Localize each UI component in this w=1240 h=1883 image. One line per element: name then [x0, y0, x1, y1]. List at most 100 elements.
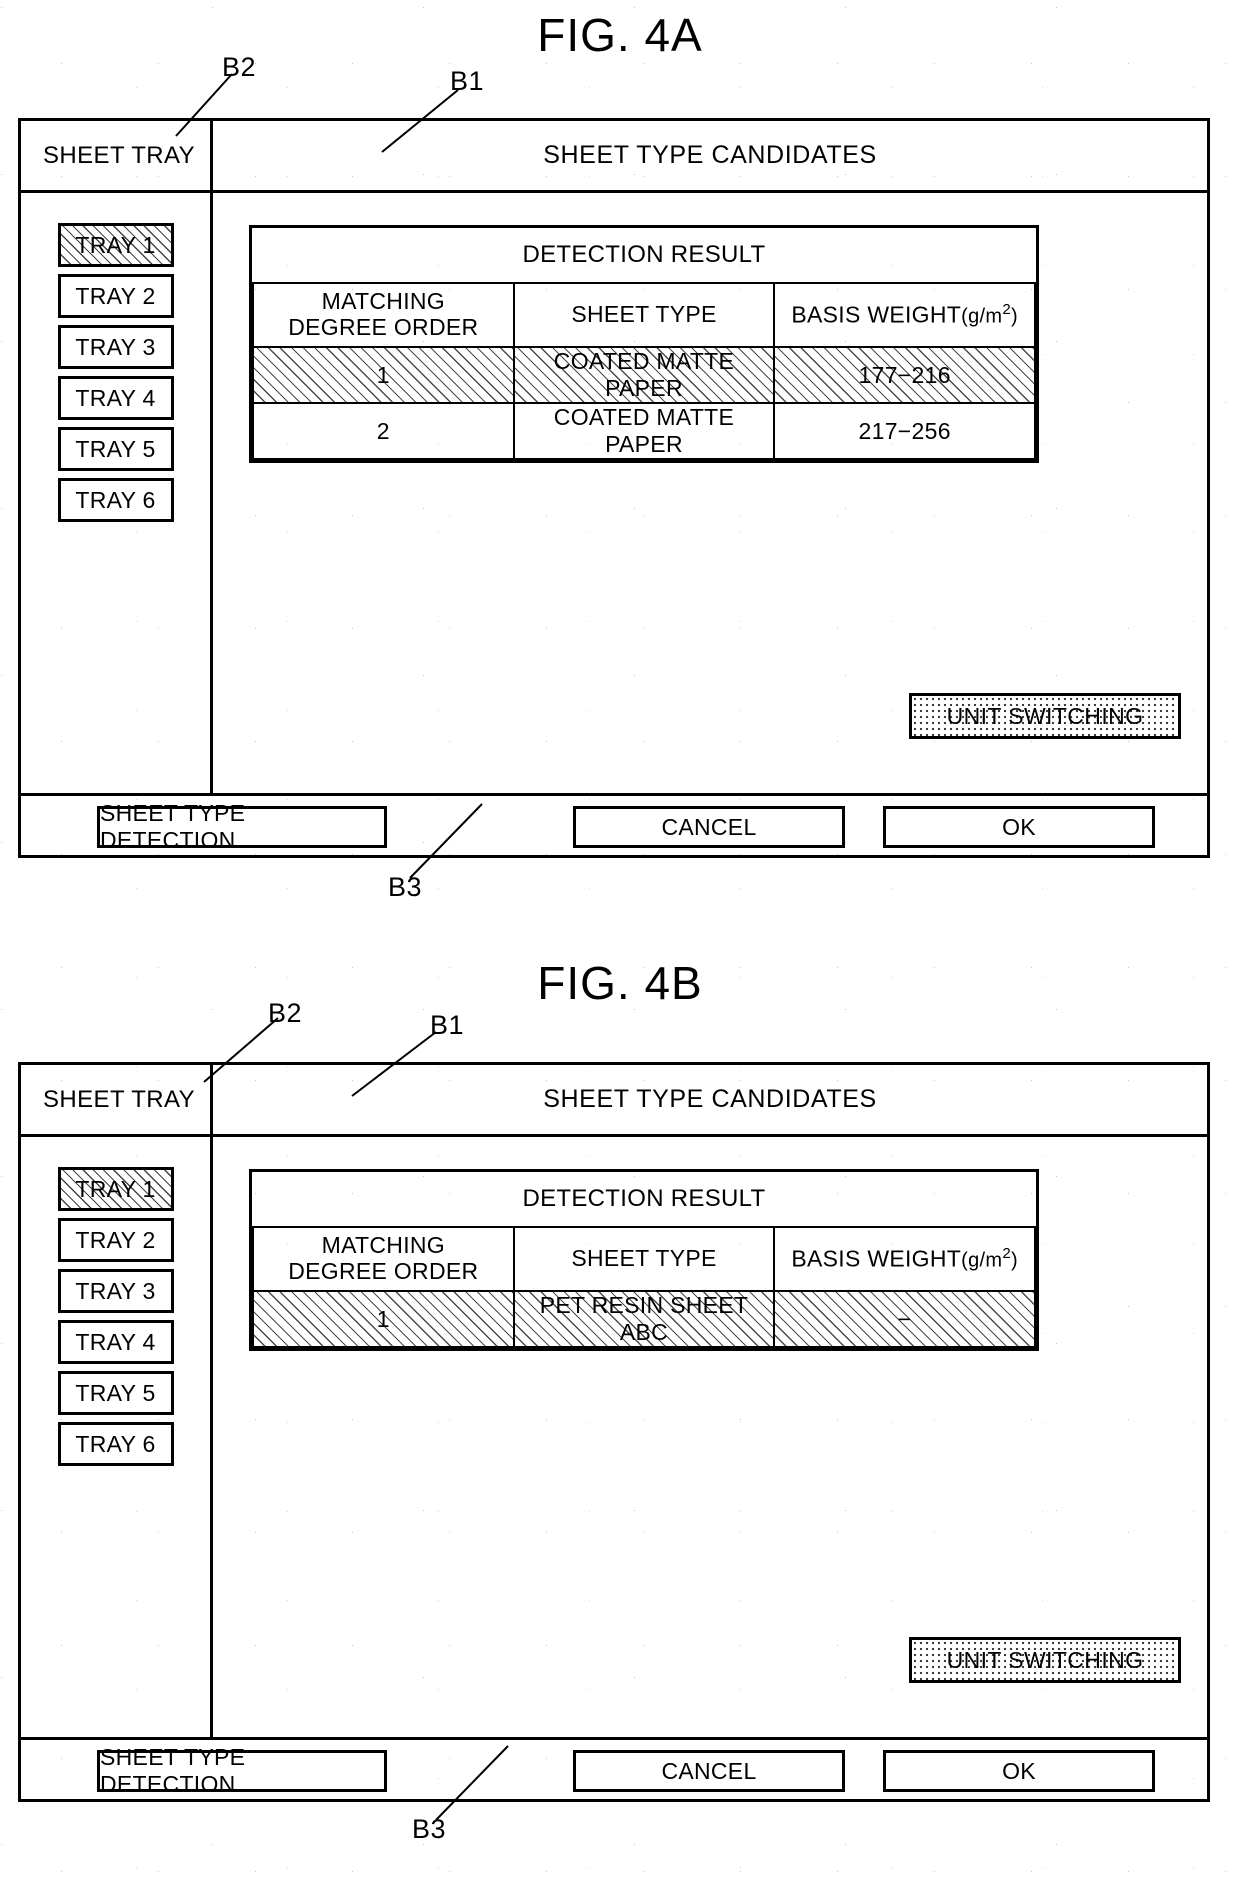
sheet-type-candidates-header-label: SHEET TYPE CANDIDATES — [543, 1085, 877, 1113]
basis-weight-unit-open: (g/m — [961, 1249, 1003, 1272]
cell-matching-degree-order: 1 — [252, 1290, 515, 1348]
table-header-row: MATCHING DEGREE ORDER SHEET TYPE BASIS W… — [252, 282, 1036, 348]
cell-sheet-type: COATED MATTE PAPER — [512, 402, 776, 460]
cancel-button[interactable]: CANCEL — [573, 1750, 845, 1792]
cell-sheet-type: PET RESIN SHEET ABC — [512, 1290, 776, 1348]
cell-matching-degree-order: 1 — [252, 346, 515, 404]
column-header-sheet-type: SHEET TYPE — [512, 1226, 776, 1292]
tray-button-label: TRAY 2 — [75, 282, 156, 309]
panel-header: SHEET TRAY SHEET TYPE CANDIDATES — [21, 121, 1207, 193]
column-header-basis-weight: BASIS WEIGHT(g/m2) — [773, 282, 1036, 348]
sheet-tray-header-label: SHEET TRAY — [21, 1065, 213, 1134]
column-header-line-2: DEGREE ORDER — [288, 1258, 479, 1284]
callout-label-b2: B2 — [222, 52, 257, 82]
unit-switching-label: UNIT SWITCHING — [946, 702, 1144, 729]
tray-button-3[interactable]: TRAY 3 — [57, 1269, 174, 1313]
callout-label-b2: B2 — [268, 998, 303, 1028]
cell-basis-weight: 217−256 — [773, 402, 1036, 460]
panel-body: TRAY 1 TRAY 2 TRAY 3 TRAY 4 TRAY 5 TRAY … — [21, 1137, 1207, 1737]
device-panel: SHEET TRAY SHEET TYPE CANDIDATES TRAY 1 … — [18, 1062, 1210, 1802]
sheet-type-detection-button[interactable]: SHEET TYPE DETECTION — [97, 800, 387, 853]
cancel-label: CANCEL — [661, 1757, 757, 1784]
column-header-sheet-type: SHEET TYPE — [512, 282, 776, 348]
cell-basis-weight: − — [773, 1290, 1036, 1348]
figure-title: FIG. 4B — [537, 957, 703, 1009]
content-area: DETECTION RESULT MATCHING DEGREE ORDER S… — [213, 193, 1207, 793]
column-header-line-1: MATCHING — [321, 288, 445, 315]
column-header-matching-degree-order: MATCHING DEGREE ORDER — [252, 1226, 515, 1292]
detection-result-table: DETECTION RESULT MATCHING DEGREE ORDER S… — [249, 225, 1039, 463]
sheet-type-candidates-header-label: SHEET TYPE CANDIDATES — [543, 141, 877, 169]
column-header-line-1: MATCHING — [321, 1232, 445, 1259]
tray-button-3[interactable]: TRAY 3 — [57, 325, 174, 369]
detection-result-table: DETECTION RESULT MATCHING DEGREE ORDER S… — [249, 1169, 1039, 1351]
callout-label-b3: B3 — [412, 1814, 447, 1844]
table-header-row: MATCHING DEGREE ORDER SHEET TYPE BASIS W… — [252, 1226, 1036, 1292]
cell-matching-degree-order: 2 — [252, 402, 515, 460]
tray-button-label: TRAY 6 — [75, 1430, 156, 1457]
basis-weight-unit-exponent: 2 — [1002, 1244, 1011, 1262]
tray-button-label: TRAY 3 — [75, 1277, 156, 1304]
figure-4a: FIG. 4A B2 B1 SHEET TRAY SHEET TYPE CAND… — [0, 0, 1240, 902]
table-row[interactable]: 1 PET RESIN SHEET ABC − — [252, 1290, 1036, 1348]
sheet-type-detection-label: SHEET TYPE DETECTION — [100, 1744, 246, 1797]
ok-label: OK — [1002, 813, 1036, 840]
tray-button-2[interactable]: TRAY 2 — [57, 1218, 174, 1262]
basis-weight-unit-close: ) — [1010, 1249, 1018, 1272]
cell-sheet-type: COATED MATTE PAPER — [512, 346, 776, 404]
figure-title: FIG. 4A — [537, 9, 703, 61]
tray-button-label: TRAY 1 — [75, 231, 156, 258]
figure-4b: FIG. 4B B2 B1 SHEET TRAY SHEET TYPE CAND… — [0, 952, 1240, 1844]
table-row[interactable]: 1 COATED MATTE PAPER 177−216 — [252, 346, 1036, 404]
cell-basis-weight: 177−216 — [773, 346, 1036, 404]
cancel-label: CANCEL — [661, 813, 757, 840]
panel-footer: SHEET TYPE DETECTION CANCEL OK — [21, 793, 1207, 858]
tray-button-5[interactable]: TRAY 5 — [57, 427, 174, 471]
tray-button-label: TRAY 2 — [75, 1226, 156, 1253]
tray-button-1[interactable]: TRAY 1 — [57, 223, 174, 267]
basis-weight-unit-open: (g/m — [961, 305, 1003, 328]
unit-switching-label: UNIT SWITCHING — [946, 1646, 1144, 1673]
tray-button-2[interactable]: TRAY 2 — [57, 274, 174, 318]
table-title-row: DETECTION RESULT — [253, 228, 1035, 284]
tray-button-5[interactable]: TRAY 5 — [57, 1371, 174, 1415]
tray-button-6[interactable]: TRAY 6 — [57, 1422, 174, 1466]
table-title-row: DETECTION RESULT — [253, 1172, 1035, 1228]
tray-button-label: TRAY 4 — [75, 1328, 156, 1355]
tray-button-label: TRAY 1 — [75, 1175, 156, 1202]
detection-result-title: DETECTION RESULT — [253, 228, 1035, 284]
tray-button-6[interactable]: TRAY 6 — [57, 478, 174, 522]
panel-footer: SHEET TYPE DETECTION CANCEL OK — [21, 1737, 1207, 1802]
column-header-basis-weight: BASIS WEIGHT(g/m2) — [773, 1226, 1036, 1292]
basis-weight-text: BASIS WEIGHT — [791, 301, 962, 328]
ok-label: OK — [1002, 1757, 1036, 1784]
tray-button-label: TRAY 5 — [75, 1379, 156, 1406]
column-header-matching-degree-order: MATCHING DEGREE ORDER — [252, 282, 515, 348]
tray-list: TRAY 1 TRAY 2 TRAY 3 TRAY 4 TRAY 5 TRAY … — [21, 193, 213, 793]
unit-switching-button[interactable]: UNIT SWITCHING — [909, 693, 1181, 739]
tray-button-1[interactable]: TRAY 1 — [57, 1167, 174, 1211]
column-header-line-2: DEGREE ORDER — [288, 314, 479, 340]
basis-weight-unit-exponent: 2 — [1002, 300, 1011, 318]
panel-body: TRAY 1 TRAY 2 TRAY 3 TRAY 4 TRAY 5 TRAY … — [21, 193, 1207, 793]
sheet-type-detection-button[interactable]: SHEET TYPE DETECTION — [97, 1744, 387, 1797]
basis-weight-unit-close: ) — [1010, 305, 1018, 328]
table-row[interactable]: 2 COATED MATTE PAPER 217−256 — [252, 402, 1036, 460]
tray-button-label: TRAY 5 — [75, 435, 156, 462]
callout-label-b3: B3 — [388, 872, 423, 902]
cancel-button[interactable]: CANCEL — [573, 806, 845, 848]
tray-button-4[interactable]: TRAY 4 — [57, 1320, 174, 1364]
unit-switching-button[interactable]: UNIT SWITCHING — [909, 1637, 1181, 1683]
ok-button[interactable]: OK — [883, 806, 1155, 848]
tray-button-4[interactable]: TRAY 4 — [57, 376, 174, 420]
device-panel: SHEET TRAY SHEET TYPE CANDIDATES TRAY 1 … — [18, 118, 1210, 858]
sheet-tray-header-label: SHEET TRAY — [21, 121, 213, 190]
panel-header: SHEET TRAY SHEET TYPE CANDIDATES — [21, 1065, 1207, 1137]
tray-button-label: TRAY 6 — [75, 486, 156, 513]
tray-button-label: TRAY 3 — [75, 333, 156, 360]
callout-label-b1: B1 — [430, 1010, 465, 1040]
callout-label-b1: B1 — [450, 66, 485, 96]
ok-button[interactable]: OK — [883, 1750, 1155, 1792]
tray-button-label: TRAY 4 — [75, 384, 156, 411]
tray-list: TRAY 1 TRAY 2 TRAY 3 TRAY 4 TRAY 5 TRAY … — [21, 1137, 213, 1737]
